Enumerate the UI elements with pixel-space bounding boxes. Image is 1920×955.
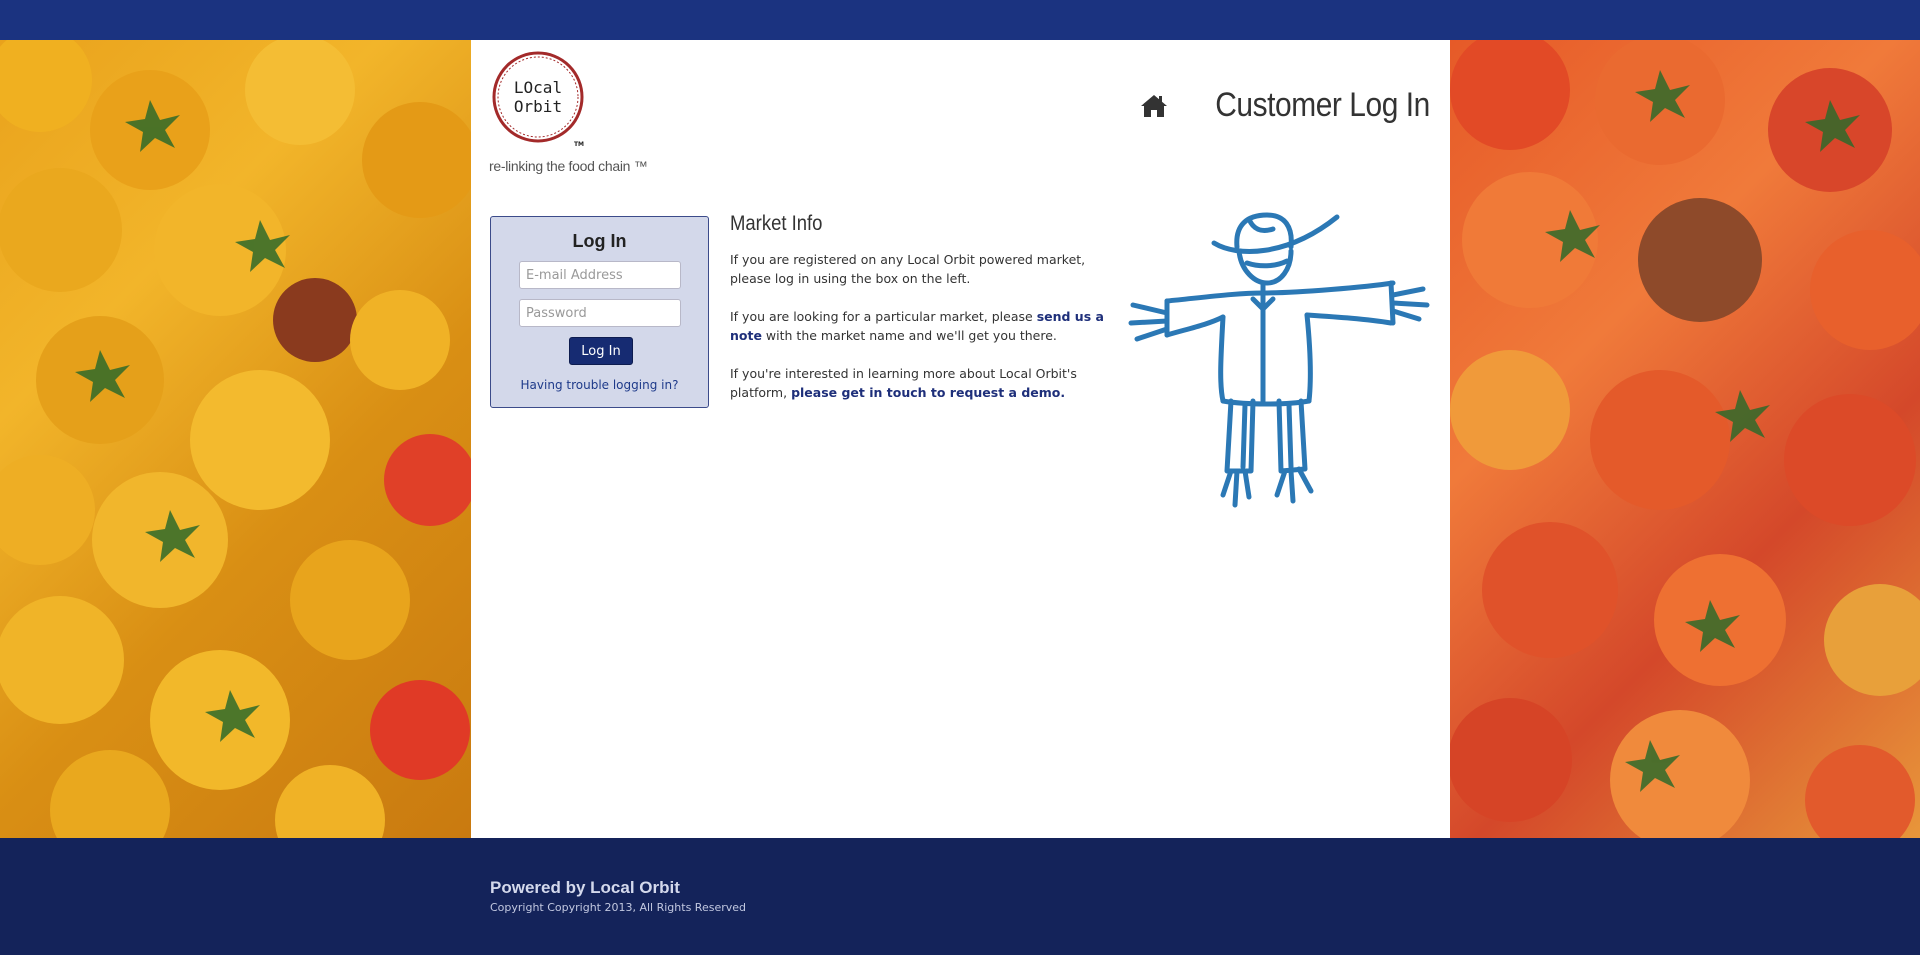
page-title: Customer Log In	[1215, 86, 1430, 124]
request-demo-link[interactable]: please get in touch to request a demo.	[791, 385, 1065, 400]
logo-line1: LOcal	[514, 78, 562, 97]
scarecrow-illustration	[1127, 205, 1437, 550]
market-info-title: Market Info	[730, 212, 823, 235]
login-title: Log In	[572, 231, 627, 251]
login-button[interactable]: Log In	[569, 337, 633, 365]
tomato-background-right	[1450, 40, 1920, 838]
market-info-paragraph-2: If you are looking for a particular mark…	[730, 307, 1120, 345]
market-info-paragraph-3: If you're interested in learning more ab…	[730, 364, 1120, 402]
home-icon[interactable]	[1140, 92, 1168, 120]
main-content: LOcal Orbit TM re-linking the food chain…	[471, 40, 1450, 838]
logo-line2: Orbit	[514, 97, 562, 116]
trouble-logging-in-link[interactable]: Having trouble logging in?	[491, 378, 708, 392]
password-field[interactable]	[519, 299, 681, 327]
market-info-section: Market Info If you are registered on any…	[730, 212, 1120, 421]
email-field[interactable]	[519, 261, 681, 289]
top-bar	[0, 0, 1920, 40]
market-info-p2-suffix: with the market name and we'll get you t…	[761, 328, 1057, 343]
page-header: Customer Log In	[1140, 86, 1430, 125]
local-orbit-logo[interactable]: LOcal Orbit TM	[491, 50, 591, 150]
powered-by-text: Powered by Local Orbit	[490, 878, 680, 897]
logo-tm: TM	[574, 141, 584, 148]
market-info-p1-text: If you are registered on any Local Orbit…	[730, 252, 1086, 286]
tomato-background-left	[0, 40, 471, 838]
market-info-p2-prefix: If you are looking for a particular mark…	[730, 309, 1037, 324]
market-info-paragraph-1: If you are registered on any Local Orbit…	[730, 250, 1120, 288]
footer: Powered by Local Orbit Copyright Copyrig…	[0, 838, 1920, 955]
copyright-text: Copyright Copyright 2013, All Rights Res…	[490, 901, 747, 914]
login-form: Log In Log In Having trouble logging in?	[490, 216, 709, 408]
tagline: re-linking the food chain ™	[489, 158, 648, 174]
